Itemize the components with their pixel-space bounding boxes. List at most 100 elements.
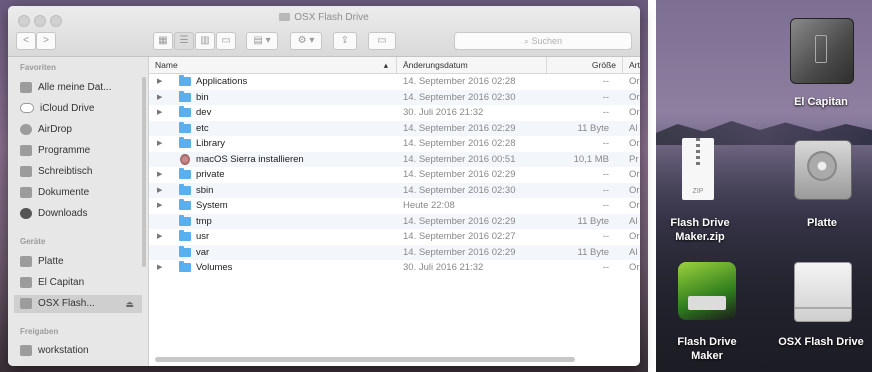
sidebar-item-dokumente[interactable]: Dokumente bbox=[14, 184, 142, 202]
column-size[interactable]: Größe bbox=[547, 57, 623, 73]
all-files-icon bbox=[20, 81, 32, 93]
file-name: Volumes bbox=[196, 262, 233, 273]
sidebar-item-osx-flash[interactable]: OSX Flash... ⏏ bbox=[14, 295, 142, 313]
desktop-label: El Capitan bbox=[794, 96, 848, 108]
disk-icon bbox=[20, 255, 32, 267]
sidebar-item-airdrop[interactable]: AirDrop bbox=[14, 121, 142, 139]
sidebar-item-downloads[interactable]: Downloads bbox=[14, 205, 142, 223]
tag-icon: ▭ bbox=[377, 35, 387, 46]
file-row[interactable]: ▶ private 14. September 2016 02:29 -- Or bbox=[149, 167, 640, 183]
disclosure-triangle-icon[interactable]: ▶ bbox=[157, 74, 162, 90]
eject-icon[interactable]: ⏏ bbox=[125, 295, 134, 313]
file-kind: Or bbox=[629, 262, 640, 273]
file-kind: Or bbox=[629, 184, 640, 196]
search-field[interactable]: ⌕ Suchen bbox=[454, 32, 632, 50]
file-name: macOS Sierra installieren bbox=[196, 153, 304, 165]
column-name[interactable]: Name ▴ bbox=[149, 57, 397, 73]
gear-icon: ⚙ ▾ bbox=[297, 35, 315, 46]
internal-disk-icon bbox=[794, 140, 852, 200]
action-button[interactable]: ⚙ ▾ bbox=[290, 32, 322, 50]
file-kind: Pr bbox=[629, 153, 639, 165]
zip-icon: ZIP bbox=[682, 138, 714, 200]
file-row[interactable]: ▶ dev 30. Juli 2016 21:32 -- Or bbox=[149, 105, 640, 121]
disclosure-triangle-icon[interactable]: ▶ bbox=[157, 167, 162, 183]
sidebar-item-workstation[interactable]: workstation bbox=[14, 342, 142, 360]
sidebar-header-shared: Freigaben bbox=[20, 327, 59, 336]
file-size: 10,1 MB bbox=[573, 153, 609, 165]
file-date: 14. September 2016 02:27 bbox=[403, 231, 516, 242]
horizontal-scrollbar[interactable] bbox=[155, 357, 575, 362]
arrange-icon: ▤ ▾ bbox=[253, 35, 271, 46]
file-row[interactable]: ▶ Volumes 30. Juli 2016 21:32 -- Or bbox=[149, 260, 640, 276]
desktop-background-right: El Capitan ZIP Flash Drive Maker.zip Pla… bbox=[656, 0, 872, 372]
file-row[interactable]: ▶ Library 14. September 2016 02:28 -- Or bbox=[149, 136, 640, 152]
share-button[interactable]: ⇪ bbox=[333, 32, 357, 50]
file-row[interactable]: ▶ System Heute 22:08 -- Or bbox=[149, 198, 640, 214]
file-name: bin bbox=[196, 91, 209, 103]
forward-button[interactable]: > bbox=[36, 32, 56, 50]
documents-icon bbox=[20, 186, 32, 198]
disclosure-triangle-icon[interactable]: ▶ bbox=[157, 183, 162, 199]
column-date[interactable]: Änderungsdatum bbox=[397, 57, 547, 73]
cloud-icon bbox=[20, 103, 34, 114]
file-date: 14. September 2016 02:28 bbox=[403, 138, 516, 149]
file-size: -- bbox=[602, 107, 609, 118]
columns-icon: ▥ bbox=[200, 35, 210, 46]
desktop-label: Platte bbox=[807, 217, 837, 229]
sort-arrow-icon: ▴ bbox=[383, 60, 388, 70]
tags-button[interactable]: ▭ bbox=[368, 32, 396, 50]
view-column-button[interactable]: ▥ bbox=[195, 32, 215, 50]
file-size: -- bbox=[602, 138, 609, 149]
file-size: -- bbox=[602, 169, 609, 180]
folder-icon bbox=[179, 168, 191, 179]
disclosure-triangle-icon[interactable]: ▶ bbox=[157, 198, 162, 214]
folder-icon bbox=[179, 183, 191, 195]
file-row[interactable]: etc 14. September 2016 02:29 11 Byte Al bbox=[149, 120, 640, 136]
disclosure-triangle-icon[interactable]: ▶ bbox=[157, 136, 162, 152]
column-kind[interactable]: Art bbox=[623, 57, 640, 73]
file-row[interactable]: ▶ Applications 14. September 2016 02:28 -- O… bbox=[149, 74, 640, 90]
file-row[interactable]: tmp 14. September 2016 02:29 11 Byte Al bbox=[149, 213, 640, 229]
view-coverflow-button[interactable]: ▭ bbox=[216, 32, 236, 50]
file-date: 30. Juli 2016 21:32 bbox=[403, 262, 484, 273]
sidebar-item-schreibtisch[interactable]: Schreibtisch bbox=[14, 163, 142, 181]
sidebar-item-platte[interactable]: Platte bbox=[14, 253, 142, 271]
folder-icon bbox=[179, 214, 191, 226]
file-row[interactable]: ▶ usr 14. September 2016 02:27 -- Or bbox=[149, 229, 640, 245]
back-button[interactable]: < bbox=[16, 32, 36, 50]
file-date: 14. September 2016 00:51 bbox=[403, 153, 516, 165]
folder-icon bbox=[179, 106, 191, 117]
arrange-button[interactable]: ▤ ▾ bbox=[246, 32, 278, 50]
file-row[interactable]: macOS Sierra installieren 14. September 2… bbox=[149, 151, 640, 167]
file-date: 14. September 2016 02:30 bbox=[403, 91, 516, 103]
sidebar-item-el-capitan[interactable]: El Capitan bbox=[14, 274, 142, 292]
sidebar-item-icloud[interactable]: iCloud Drive bbox=[14, 100, 142, 118]
folder-icon bbox=[179, 230, 191, 241]
file-name: dev bbox=[196, 107, 212, 118]
file-size: 11 Byte bbox=[577, 246, 609, 258]
file-name: usr bbox=[196, 231, 210, 242]
file-row[interactable]: ▶ sbin 14. September 2016 02:30 -- Or bbox=[149, 182, 640, 199]
file-date: 14. September 2016 02:29 bbox=[403, 169, 516, 180]
view-list-button[interactable]: ☰ bbox=[174, 32, 194, 50]
disclosure-triangle-icon[interactable]: ▶ bbox=[157, 260, 162, 276]
sidebar-item-programme[interactable]: Programme bbox=[14, 142, 142, 160]
disclosure-triangle-icon[interactable]: ▶ bbox=[157, 105, 162, 121]
sidebar-item-all-files[interactable]: Alle meine Dat... bbox=[14, 79, 142, 97]
file-kind: Or bbox=[629, 169, 640, 180]
file-date: 14. September 2016 02:29 bbox=[403, 246, 516, 258]
installer-app-icon bbox=[180, 153, 190, 165]
view-icon-button[interactable]: ▦ bbox=[153, 32, 173, 50]
disclosure-triangle-icon[interactable]: ▶ bbox=[157, 229, 162, 245]
folder-icon bbox=[179, 137, 191, 148]
folder-icon bbox=[179, 199, 191, 210]
title-bar[interactable]: OSX Flash Drive < > ▦ ☰ ▥ ▭ ▤ ▾ ⚙ ▾ ⇪ ▭ … bbox=[8, 6, 640, 57]
desktop-label: OSX Flash Drive bbox=[778, 336, 864, 348]
disk-icon bbox=[20, 297, 32, 309]
file-row[interactable]: var 14. September 2016 02:29 11 Byte Al bbox=[149, 244, 640, 260]
sidebar-scrollbar[interactable] bbox=[142, 77, 146, 267]
sidebar: Favoriten Alle meine Dat... iCloud Drive… bbox=[8, 57, 149, 366]
disclosure-triangle-icon[interactable]: ▶ bbox=[157, 90, 162, 106]
file-name: tmp bbox=[196, 215, 212, 227]
file-row[interactable]: ▶ bin 14. September 2016 02:30 -- Or bbox=[149, 89, 640, 106]
